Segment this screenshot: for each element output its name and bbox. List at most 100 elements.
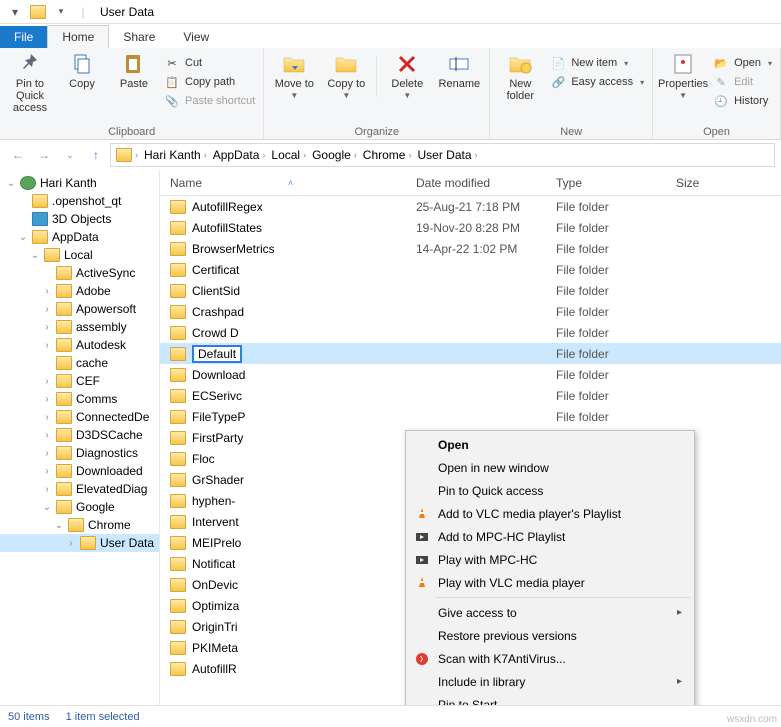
tree-item[interactable]: ›D3DSCache: [0, 426, 159, 444]
properties-button[interactable]: Properties▼: [659, 52, 707, 110]
tree-item[interactable]: ⌄Hari Kanth: [0, 174, 159, 192]
table-row[interactable]: Crowd DFile folder: [160, 322, 781, 343]
tree-item[interactable]: ›assembly: [0, 318, 159, 336]
context-item[interactable]: Add to VLC media player's Playlist: [408, 502, 692, 525]
nav-tree[interactable]: ⌄Hari Kanth.openshot_qt3D Objects⌄AppDat…: [0, 170, 160, 710]
table-row[interactable]: CertificatFile folder: [160, 259, 781, 280]
tree-item[interactable]: ›ElevatedDiag: [0, 480, 159, 498]
tree-expand-icon[interactable]: ›: [42, 430, 52, 441]
tree-item[interactable]: ›User Data: [0, 534, 159, 552]
tree-item[interactable]: ›Downloaded: [0, 462, 159, 480]
edit-button[interactable]: ✎Edit: [711, 73, 774, 91]
up-button[interactable]: ↑: [84, 143, 108, 167]
table-row[interactable]: AutofillStates19-Nov-20 8:28 PMFile fold…: [160, 217, 781, 238]
tree-expand-icon[interactable]: ›: [42, 448, 52, 459]
tree-expand-icon[interactable]: ›: [42, 286, 52, 297]
context-item[interactable]: Add to MPC-HC Playlist: [408, 525, 692, 548]
table-row[interactable]: AutofillRegex25-Aug-21 7:18 PMFile folde…: [160, 196, 781, 217]
rename-button[interactable]: Rename: [435, 52, 483, 101]
col-type[interactable]: Type: [556, 176, 676, 190]
tree-item[interactable]: cache: [0, 354, 159, 372]
breadcrumb-segment[interactable]: Google›: [309, 148, 360, 162]
pin-to-quick-access-button[interactable]: Pin to Quick access: [6, 52, 54, 114]
tree-expand-icon[interactable]: ›: [42, 484, 52, 495]
new-folder-button[interactable]: New folder: [496, 52, 544, 102]
tree-expand-icon[interactable]: ⌄: [18, 232, 28, 243]
back-button[interactable]: ←: [6, 143, 30, 167]
tree-item[interactable]: ›Comms: [0, 390, 159, 408]
copy-path-button[interactable]: 📋Copy path: [162, 73, 257, 91]
tree-item[interactable]: ›Apowersoft: [0, 300, 159, 318]
paste-button[interactable]: Paste: [110, 52, 158, 114]
tab-file[interactable]: File: [0, 26, 47, 48]
new-item-button[interactable]: 📄New item▾: [548, 54, 646, 72]
tree-expand-icon[interactable]: ›: [42, 322, 52, 333]
tree-expand-icon[interactable]: ›: [42, 376, 52, 387]
tree-expand-icon[interactable]: ⌄: [54, 520, 64, 531]
tree-expand-icon[interactable]: ⌄: [6, 178, 16, 189]
context-item[interactable]: Open in new window: [408, 456, 692, 479]
tree-item[interactable]: ⌄AppData: [0, 228, 159, 246]
breadcrumb-segment[interactable]: Local›: [268, 148, 309, 162]
forward-button[interactable]: →: [32, 143, 56, 167]
tree-item[interactable]: ActiveSync: [0, 264, 159, 282]
breadcrumb-segment[interactable]: User Data›: [414, 148, 480, 162]
table-row[interactable]: ECSerivcFile folder: [160, 385, 781, 406]
breadcrumb-segment[interactable]: Chrome›: [360, 148, 415, 162]
cut-button[interactable]: ✂Cut: [162, 54, 257, 72]
col-date[interactable]: Date modified: [416, 176, 556, 190]
context-item[interactable]: Pin to Quick access: [408, 479, 692, 502]
tree-item[interactable]: .openshot_qt: [0, 192, 159, 210]
tree-expand-icon[interactable]: ›: [42, 340, 52, 351]
context-item[interactable]: Include in library▸: [408, 670, 692, 693]
tree-item[interactable]: ›Autodesk: [0, 336, 159, 354]
tree-item[interactable]: ⌄Google: [0, 498, 159, 516]
context-item[interactable]: Play with MPC-HC: [408, 548, 692, 571]
breadcrumb-segment[interactable]: AppData›: [210, 148, 269, 162]
tree-item[interactable]: ›ConnectedDe: [0, 408, 159, 426]
tree-expand-icon[interactable]: ›: [66, 538, 76, 549]
table-row[interactable]: DefaultFile folder: [160, 343, 781, 364]
table-row[interactable]: CrashpadFile folder: [160, 301, 781, 322]
tree-expand-icon[interactable]: ⌄: [42, 502, 52, 513]
tab-view[interactable]: View: [169, 26, 223, 48]
move-to-button[interactable]: Move to▼: [270, 52, 318, 101]
tree-expand-icon[interactable]: ›: [42, 466, 52, 477]
tree-expand-icon[interactable]: ⌄: [30, 250, 40, 261]
tree-expand-icon[interactable]: ›: [42, 412, 52, 423]
breadcrumb-bar[interactable]: › Hari Kanth›AppData›Local›Google›Chrome…: [110, 143, 775, 167]
context-item[interactable]: Open: [408, 433, 692, 456]
tree-item[interactable]: 3D Objects: [0, 210, 159, 228]
open-button[interactable]: 📂Open▾: [711, 54, 774, 72]
history-button[interactable]: 🕘History: [711, 92, 774, 110]
tree-item[interactable]: ›Adobe: [0, 282, 159, 300]
tree-expand-icon[interactable]: ›: [42, 394, 52, 405]
table-row[interactable]: DownloadFile folder: [160, 364, 781, 385]
recent-dropdown-icon[interactable]: ⌄: [58, 143, 82, 167]
breadcrumb-segment[interactable]: Hari Kanth›: [141, 148, 210, 162]
context-item[interactable]: Scan with K7AntiVirus...: [408, 647, 692, 670]
tree-item[interactable]: ›Diagnostics: [0, 444, 159, 462]
qat-dropdown-icon[interactable]: ▾: [4, 2, 26, 22]
table-row[interactable]: FileTypePFile folder: [160, 406, 781, 427]
col-size[interactable]: Size: [676, 176, 781, 190]
context-item[interactable]: Give access to▸: [408, 601, 692, 624]
tree-item[interactable]: ⌄Local: [0, 246, 159, 264]
easy-access-button[interactable]: 🔗Easy access▾: [548, 73, 646, 91]
table-row[interactable]: BrowserMetrics14-Apr-22 1:02 PMFile fold…: [160, 238, 781, 259]
copy-to-button[interactable]: Copy to▼: [322, 52, 370, 101]
table-row[interactable]: ClientSidFile folder: [160, 280, 781, 301]
context-item[interactable]: Play with VLC media player: [408, 571, 692, 594]
paste-shortcut-button[interactable]: 📎Paste shortcut: [162, 92, 257, 110]
copy-button[interactable]: Copy: [58, 52, 106, 114]
qat-caret-icon[interactable]: ▾: [50, 2, 72, 22]
col-name[interactable]: Name˄: [160, 176, 416, 190]
tree-item[interactable]: ⌄Chrome: [0, 516, 159, 534]
tab-home[interactable]: Home: [47, 25, 109, 48]
column-headers[interactable]: Name˄ Date modified Type Size: [160, 170, 781, 196]
tree-expand-icon[interactable]: ›: [42, 304, 52, 315]
context-item[interactable]: Restore previous versions: [408, 624, 692, 647]
delete-button[interactable]: Delete▼: [383, 52, 431, 101]
tree-item[interactable]: ›CEF: [0, 372, 159, 390]
tab-share[interactable]: Share: [109, 26, 169, 48]
